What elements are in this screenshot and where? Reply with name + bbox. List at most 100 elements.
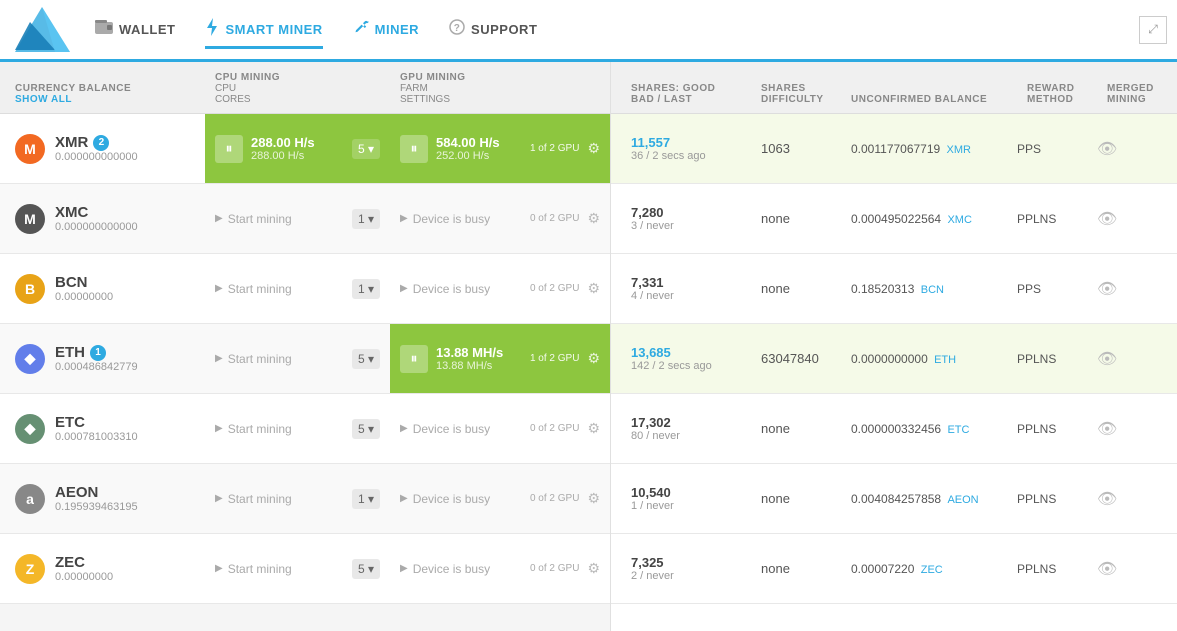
- unconf-val-bcn: 0.18520313: [851, 282, 914, 296]
- gpu-settings-icon-eth[interactable]: ⚙: [587, 350, 600, 367]
- rh-unconfirmed: UNCONFIRMED BALANCE: [841, 94, 1017, 105]
- gpu-count-etc: 0 of 2 GPU: [530, 422, 579, 435]
- nav-wallet[interactable]: WALLET: [95, 15, 175, 44]
- cores-select-bcn[interactable]: 1 ▾: [352, 279, 380, 299]
- gpu-play-icon-aeon: ▶: [400, 493, 408, 504]
- eye-icon-aeon[interactable]: 👁: [1097, 491, 1117, 508]
- eye-icon-eth[interactable]: 👁: [1097, 351, 1117, 368]
- eye-icon-xmc[interactable]: 👁: [1097, 211, 1117, 228]
- shares-good-etc: 17,302: [631, 415, 741, 430]
- eye-icon-xmr[interactable]: 👁: [1097, 141, 1117, 158]
- r-diff-etc: none: [751, 413, 841, 444]
- cores-select-eth[interactable]: 5 ▾: [352, 349, 380, 369]
- gpu-settings-icon-etc[interactable]: ⚙: [587, 420, 600, 437]
- show-all-link[interactable]: Show all: [15, 94, 205, 105]
- xmr-icon: M: [15, 134, 45, 164]
- cpu-pause-btn-xmr[interactable]: ⏸: [215, 135, 243, 163]
- r-shares-zec: 7,325 2 / never: [621, 547, 751, 590]
- gpu-rates-eth: 13.88 MH/s 13.88 MH/s: [436, 345, 522, 372]
- shares-good-xmr: 11,557: [631, 135, 741, 150]
- unconf-ticker-eth: ETH: [934, 354, 956, 366]
- reward-val-etc: PPLNS: [1017, 422, 1077, 436]
- expand-button[interactable]: ⤢: [1139, 16, 1167, 44]
- diff-val-aeon: none: [761, 491, 831, 506]
- cores-select-xmc[interactable]: 1 ▾: [352, 209, 380, 229]
- nav-miner[interactable]: MINER: [353, 14, 419, 45]
- unconf-val-xmc: 0.000495022564: [851, 212, 941, 226]
- cpu-play-icon-eth: ▶: [215, 353, 223, 364]
- gpu-pause-btn-xmr[interactable]: ⏸: [400, 135, 428, 163]
- r-shares-etc: 17,302 80 / never: [621, 407, 751, 450]
- gpu-settings-icon-xmc[interactable]: ⚙: [587, 210, 600, 227]
- cores-select-etc[interactable]: 5 ▾: [352, 419, 380, 439]
- gpu-settings-icon-zec[interactable]: ⚙: [587, 560, 600, 577]
- r-diff-aeon: none: [751, 483, 841, 514]
- gpu-busy-label-xmc: Device is busy: [413, 212, 490, 226]
- unconf-ticker-zec: ZEC: [921, 564, 943, 576]
- cores-select-xmr[interactable]: 5 ▾: [352, 139, 380, 159]
- eye-icon-zec[interactable]: 👁: [1097, 561, 1117, 578]
- cores-select-zec[interactable]: 5 ▾: [352, 559, 380, 579]
- r-reward-aeon: PPLNS: [1007, 484, 1087, 514]
- unconf-ticker-xmr: XMR: [947, 144, 971, 156]
- coin-row-aeon: a AEON 0.195939463195 ▶ Start mining 1 ▾…: [0, 464, 610, 534]
- right-row-etc: 17,302 80 / never none 0.000000332456 ET…: [611, 394, 1177, 464]
- eye-icon-etc[interactable]: 👁: [1097, 421, 1117, 438]
- coin-row-xmc: M XMC 0.000000000000 ▶ Start mining 1 ▾ …: [0, 184, 610, 254]
- unconfirmed-header: UNCONFIRMED BALANCE: [851, 94, 1007, 105]
- r-unconf-etc: 0.000000332456 ETC: [841, 414, 1007, 444]
- gpu-mining-aeon: ▶ Device is busy 0 of 2 GPU ⚙: [390, 464, 610, 533]
- right-panel: SHARES: GOOD BAD / LAST SHARES DIFFICULT…: [610, 62, 1177, 631]
- right-row-xmr: 11,557 36 / 2 secs ago 1063 0.0011770677…: [611, 114, 1177, 184]
- nav-wallet-label: WALLET: [119, 22, 175, 37]
- cpu-start-label-zec[interactable]: Start mining: [228, 562, 292, 576]
- diff-val-xmr: 1063: [761, 141, 831, 156]
- cpu-play-icon-etc: ▶: [215, 423, 223, 434]
- gpu-settings-icon-bcn[interactable]: ⚙: [587, 280, 600, 297]
- r-reward-zec: PPLNS: [1007, 554, 1087, 584]
- diff-val-zec: none: [761, 561, 831, 576]
- nav-smart-miner[interactable]: SMART MINER: [205, 13, 322, 49]
- gpu-settings-icon-aeon[interactable]: ⚙: [587, 490, 600, 507]
- eth-icon: ◆: [15, 344, 45, 374]
- gpu-rate-primary-eth: 13.88 MH/s: [436, 345, 522, 360]
- right-row-bcn: 7,331 4 / never none 0.18520313 BCN PPS …: [611, 254, 1177, 324]
- cpu-start-text-bcn: ▶ Start mining: [215, 282, 292, 296]
- gpu-play-icon-xmc: ▶: [400, 213, 408, 224]
- gpu-play-icon-zec: ▶: [400, 563, 408, 574]
- cpu-start-label-aeon[interactable]: Start mining: [228, 492, 292, 506]
- zec-name: ZEC: [55, 554, 113, 571]
- currency-col-header: CURRENCY BALANCE Show all: [0, 83, 205, 105]
- cpu-start-label-xmc[interactable]: Start mining: [228, 212, 292, 226]
- shares-sub-etc: 80 / never: [631, 430, 741, 442]
- right-col-headers: SHARES: GOOD BAD / LAST SHARES DIFFICULT…: [611, 62, 1177, 114]
- cpu-play-icon-bcn: ▶: [215, 283, 223, 294]
- cpu-rate-primary-xmr: 288.00 H/s: [251, 135, 344, 150]
- shares-sub-aeon: 1 / never: [631, 500, 741, 512]
- gpu-rates-xmr: 584.00 H/s 252.00 H/s: [436, 135, 522, 162]
- eye-icon-bcn[interactable]: 👁: [1097, 281, 1117, 298]
- gpu-rate-secondary-xmr: 252.00 H/s: [436, 150, 522, 162]
- gpu-pause-btn-eth[interactable]: ⏸: [400, 345, 428, 373]
- cpu-play-icon-xmc: ▶: [215, 213, 223, 224]
- cores-select-aeon[interactable]: 1 ▾: [352, 489, 380, 509]
- shares-good-aeon: 10,540: [631, 485, 741, 500]
- cpu-start-text-aeon: ▶ Start mining: [215, 492, 292, 506]
- diff-val-xmc: none: [761, 211, 831, 226]
- gpu-settings-icon-xmr[interactable]: ⚙: [587, 140, 600, 157]
- coin-info-bcn: B BCN 0.00000000: [0, 254, 205, 323]
- cpu-mining-eth: ▶ Start mining 5 ▾: [205, 324, 390, 393]
- aeon-name: AEON: [55, 484, 138, 501]
- cpu-start-label-eth[interactable]: Start mining: [228, 352, 292, 366]
- bcn-details: BCN 0.00000000: [55, 274, 113, 303]
- shares-header-line1: SHARES: GOOD: [631, 83, 741, 94]
- cpu-start-label-etc[interactable]: Start mining: [228, 422, 292, 436]
- right-row-zec: 7,325 2 / never none 0.00007220 ZEC PPLN…: [611, 534, 1177, 604]
- gpu-count-bcn: 0 of 2 GPU: [530, 282, 579, 295]
- r-diff-bcn: none: [751, 273, 841, 304]
- unconf-val-etc: 0.000000332456: [851, 422, 941, 436]
- cpu-start-label-bcn[interactable]: Start mining: [228, 282, 292, 296]
- cpu-mining-etc: ▶ Start mining 5 ▾: [205, 394, 390, 463]
- r-merged-xmc: 👁: [1087, 201, 1167, 237]
- nav-support[interactable]: ? SUPPORT: [449, 14, 537, 45]
